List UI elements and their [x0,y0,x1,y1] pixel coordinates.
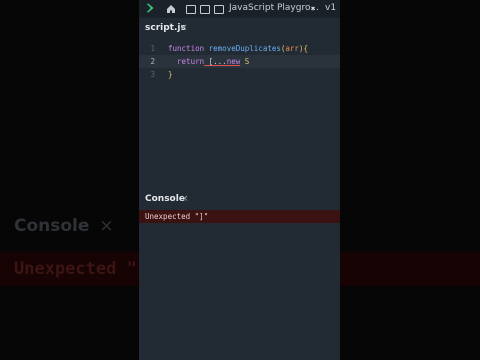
backdrop-error-text: Unexpected " [14,259,137,279]
playground-panel: JavaScript Playgro... ▾ v1 script.js × 1… [139,0,340,360]
keyword-token: return [168,57,205,66]
backdrop-console-label: Console × [14,216,114,236]
split-layout-icon[interactable] [186,5,196,14]
brace-token: ){ [298,44,308,53]
panel-layout-icon[interactable] [200,5,210,14]
spread-token: [... [204,57,227,66]
line-number: 1 [150,44,155,53]
chevron-down-icon[interactable]: ▾ [311,4,315,13]
version-selector[interactable]: v1 [325,3,336,13]
close-icon[interactable]: × [180,23,188,33]
project-title[interactable]: JavaScript Playgro... [229,3,319,13]
top-toolbar: JavaScript Playgro... ▾ v1 [139,0,340,18]
code-line[interactable]: 1 function removeDuplicates(arr){ [139,42,340,55]
code-text: function removeDuplicates(arr){ [168,42,308,55]
backdrop-console-text: Console [14,216,90,236]
line-number: 2 [150,57,155,66]
code-editor[interactable]: 1 function removeDuplicates(arr){ 2 retu… [139,42,340,81]
new-keyword-token: new [226,57,241,66]
code-text: return [...new S [168,55,249,68]
home-icon[interactable] [166,4,176,14]
console-error-row: Unexpected "]" [139,210,340,223]
keyword-token: function [168,44,205,53]
function-name-token: removeDuplicates [204,44,281,53]
line-number: 3 [150,70,155,79]
stack-layout-icon[interactable] [214,5,224,14]
param-token: arr [285,44,299,53]
run-icon[interactable] [145,3,155,13]
code-line[interactable]: 3 } [139,68,340,81]
close-icon[interactable]: × [181,194,189,204]
console-title: Console [145,194,185,204]
backdrop-close-icon: × [99,216,114,236]
code-line-active[interactable]: 2 return [...new S [139,55,340,68]
identifier-token: S [240,57,250,66]
console-error-text: Unexpected "]" [145,212,209,221]
code-text: } [168,70,173,79]
